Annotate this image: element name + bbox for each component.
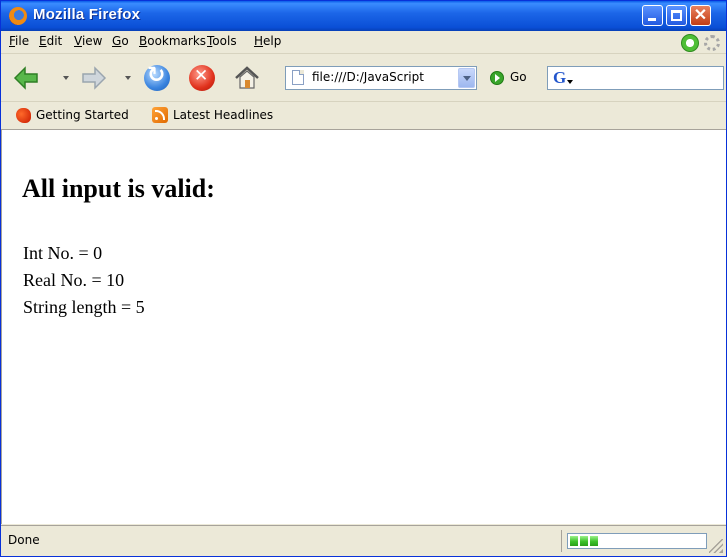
progress-segment: [580, 536, 588, 546]
browser-window: Mozilla Firefox ✕ File Edit View Go Book…: [0, 0, 727, 557]
menu-view[interactable]: View: [74, 34, 102, 48]
menu-file[interactable]: File: [9, 34, 29, 48]
stop-icon[interactable]: [189, 65, 215, 91]
bookmarks-toolbar: Getting Started Latest Headlines: [1, 102, 726, 130]
go-arrow-icon[interactable]: [490, 71, 504, 85]
address-dropdown-icon[interactable]: [458, 68, 475, 88]
rss-feed-icon: [152, 107, 168, 123]
result-int: Int No. = 0: [23, 243, 103, 263]
address-bar[interactable]: file:///D:/JavaScript: [285, 66, 477, 90]
page-content: All input is valid: Int No. = 0 Real No.…: [1, 130, 726, 524]
resize-grip-icon[interactable]: [709, 539, 723, 553]
menu-help[interactable]: Help: [254, 34, 281, 48]
close-icon: ✕: [693, 7, 708, 24]
menu-tools[interactable]: Tools: [207, 34, 237, 48]
status-divider: [561, 530, 562, 552]
minimize-button[interactable]: [642, 5, 663, 26]
minimize-icon: [648, 18, 656, 21]
back-arrow-icon[interactable]: [13, 65, 39, 91]
status-text: Done: [8, 533, 40, 547]
forward-arrow-icon[interactable]: [81, 65, 107, 91]
menu-edit[interactable]: Edit: [39, 34, 62, 48]
firefox-bookmark-icon: [16, 108, 31, 123]
menu-bookmarks[interactable]: Bookmarks: [139, 34, 206, 48]
update-available-icon[interactable]: [681, 34, 699, 52]
progress-meter: [567, 533, 707, 549]
result-string-length: String length = 5: [23, 297, 145, 317]
page-heading: All input is valid:: [22, 174, 215, 203]
progress-segment: [570, 536, 578, 546]
window-title: Mozilla Firefox: [33, 6, 141, 23]
home-icon[interactable]: [234, 65, 260, 91]
navigation-toolbar: file:///D:/JavaScript Go G: [1, 54, 726, 102]
firefox-app-icon: [9, 7, 27, 25]
page-icon: [292, 70, 304, 85]
menu-bar: File Edit View Go Bookmarks Tools Help: [1, 31, 726, 54]
status-bar: Done: [1, 525, 726, 556]
search-bar[interactable]: G: [547, 66, 724, 90]
address-text[interactable]: file:///D:/JavaScript: [312, 70, 424, 84]
progress-segment: [590, 536, 598, 546]
maximize-icon: [671, 10, 682, 21]
bookmark-latest-headlines[interactable]: Latest Headlines: [173, 108, 273, 122]
go-button-label[interactable]: Go: [510, 70, 527, 84]
progress-fill: [570, 536, 600, 546]
maximize-button[interactable]: [666, 5, 687, 26]
forward-history-dropdown-icon[interactable]: [125, 76, 131, 80]
reload-icon[interactable]: [144, 63, 170, 91]
loading-throbber-icon: [704, 35, 720, 51]
bookmark-getting-started[interactable]: Getting Started: [36, 108, 129, 122]
google-search-engine-icon[interactable]: G: [553, 68, 573, 87]
title-bar[interactable]: Mozilla Firefox ✕: [1, 1, 726, 31]
close-button[interactable]: ✕: [690, 5, 711, 26]
back-history-dropdown-icon[interactable]: [63, 76, 69, 80]
menu-go[interactable]: Go: [112, 34, 129, 48]
result-real: Real No. = 10: [23, 270, 125, 290]
